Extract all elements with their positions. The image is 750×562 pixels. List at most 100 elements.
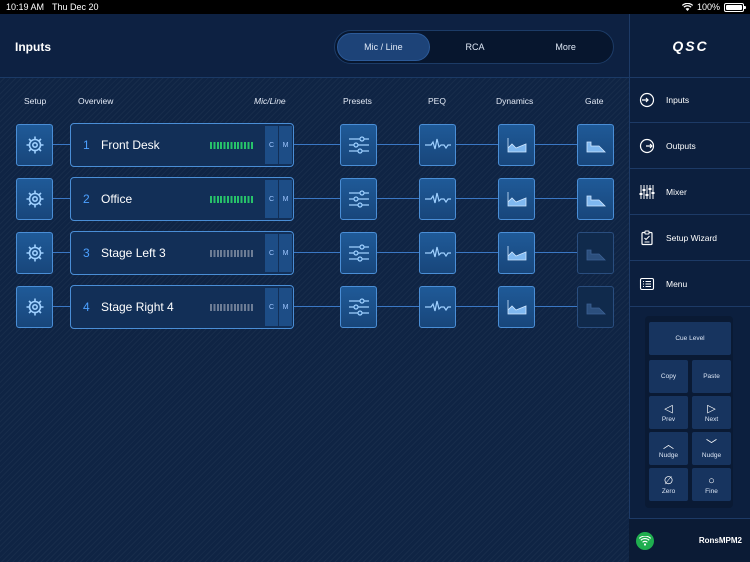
- sidebar-item-label: Setup Wizard: [666, 233, 718, 243]
- presets-sliders-icon: [348, 298, 369, 316]
- nudge-up-button[interactable]: ︿ Nudge: [649, 432, 688, 465]
- gate-button[interactable]: [577, 232, 614, 274]
- setup-button[interactable]: [16, 232, 53, 274]
- mute-button[interactable]: M: [279, 234, 292, 272]
- fine-button[interactable]: ○ Fine: [692, 468, 731, 501]
- menu-icon: [639, 276, 655, 292]
- qsc-logo: QSC: [630, 14, 750, 78]
- gate-button[interactable]: [577, 286, 614, 328]
- dynamics-icon: [507, 300, 526, 315]
- gear-icon: [26, 298, 43, 316]
- channel-number: 2: [83, 192, 90, 206]
- paste-button[interactable]: Paste: [692, 360, 731, 393]
- peq-curve-icon: [424, 192, 451, 204]
- setup-button[interactable]: [16, 178, 53, 220]
- channel-overview[interactable]: 3 Stage Left 3 C M: [70, 231, 294, 275]
- gate-button[interactable]: [577, 178, 614, 220]
- peq-button[interactable]: [419, 178, 456, 220]
- peq-curve-icon: [424, 300, 451, 312]
- input-type-tabs: Mic / Line RCA More: [334, 30, 614, 64]
- column-header-presets: Presets: [343, 96, 372, 106]
- circle-icon: ○: [708, 474, 715, 487]
- presets-button[interactable]: [340, 286, 377, 328]
- device-name: RonsMPM2: [698, 536, 742, 545]
- status-right: 100%: [681, 2, 746, 12]
- dynamics-icon: [507, 138, 526, 153]
- mute-button[interactable]: M: [279, 288, 292, 326]
- level-meter: [210, 250, 254, 257]
- tab-more[interactable]: More: [520, 33, 611, 61]
- setup-button[interactable]: [16, 124, 53, 166]
- gate-button[interactable]: [577, 124, 614, 166]
- wifi-icon: [681, 3, 693, 11]
- channel-row-3: 3 Stage Left 3 C M: [0, 231, 629, 275]
- presets-button[interactable]: [340, 232, 377, 274]
- gate-icon: [586, 195, 606, 207]
- channel-row-1: 1 Front Desk C M: [0, 123, 629, 167]
- channel-overview[interactable]: 4 Stage Right 4 C M: [70, 285, 294, 329]
- gear-icon: [26, 136, 43, 154]
- input-icon: [639, 92, 655, 108]
- dynamics-button[interactable]: [498, 178, 535, 220]
- channel-number: 1: [83, 138, 90, 152]
- channel-row-2: 2 Office C M: [0, 177, 629, 221]
- dynamics-icon: [507, 246, 526, 261]
- copy-button[interactable]: Copy: [649, 360, 688, 393]
- cue-button[interactable]: C: [265, 234, 278, 272]
- level-meter: [210, 304, 254, 311]
- tab-rca[interactable]: RCA: [430, 33, 521, 61]
- sidebar-item-menu[interactable]: Menu: [630, 262, 750, 307]
- channel-overview[interactable]: 1 Front Desk C M: [70, 123, 294, 167]
- sidebar-item-mixer[interactable]: Mixer: [630, 170, 750, 215]
- sidebar-item-outputs[interactable]: Outputs: [630, 124, 750, 169]
- chevron-up-icon: ︿: [663, 438, 674, 451]
- zero-button[interactable]: ∅ Zero: [649, 468, 688, 501]
- column-header-gate: Gate: [585, 96, 604, 106]
- battery-percent: 100%: [696, 2, 720, 12]
- cue-button[interactable]: C: [265, 126, 278, 164]
- dynamics-button[interactable]: [498, 232, 535, 274]
- sidebar-item-setup-wizard[interactable]: Setup Wizard: [630, 216, 750, 261]
- peq-button[interactable]: [419, 232, 456, 274]
- nudge-down-button[interactable]: ﹀ Nudge: [692, 432, 731, 465]
- column-header-overview: Overview: [78, 96, 114, 106]
- device-connection[interactable]: RonsMPM2: [629, 518, 750, 562]
- chevron-down-icon: ﹀: [706, 438, 717, 451]
- page-title: Inputs: [15, 40, 51, 54]
- sidebar-item-label: Inputs: [666, 95, 690, 105]
- prev-button[interactable]: ◁ Prev: [649, 396, 688, 429]
- tab-mic-line[interactable]: Mic / Line: [337, 33, 430, 61]
- setup-button[interactable]: [16, 286, 53, 328]
- column-header-mode: Mic/Line: [254, 96, 286, 106]
- column-header-peq: PEQ: [428, 96, 446, 106]
- cue-level-button[interactable]: Cue Level: [649, 322, 731, 355]
- cue-button[interactable]: C: [265, 288, 278, 326]
- channel-name: Stage Left 3: [101, 246, 166, 260]
- peq-button[interactable]: [419, 286, 456, 328]
- mute-button[interactable]: M: [279, 180, 292, 218]
- wifi-connected-icon: [636, 531, 654, 550]
- column-header-setup: Setup: [24, 96, 47, 106]
- cue-button[interactable]: C: [265, 180, 278, 218]
- dynamics-button[interactable]: [498, 124, 535, 166]
- dynamics-button[interactable]: [498, 286, 535, 328]
- presets-button[interactable]: [340, 124, 377, 166]
- peq-curve-icon: [424, 246, 451, 258]
- mixer-icon: [639, 184, 655, 200]
- page-header: Inputs Mic / Line RCA More: [0, 14, 629, 78]
- control-pad: Cue Level Copy Paste ◁ Prev ▷ Next ︿ Nud…: [645, 316, 735, 508]
- presets-button[interactable]: [340, 178, 377, 220]
- output-icon: [639, 138, 655, 154]
- gate-icon: [586, 303, 606, 315]
- sidebar-item-label: Menu: [666, 279, 688, 289]
- peq-button[interactable]: [419, 124, 456, 166]
- mute-button[interactable]: M: [279, 126, 292, 164]
- channel-overview[interactable]: 2 Office C M: [70, 177, 294, 221]
- sidebar-item-inputs[interactable]: Inputs: [630, 78, 750, 123]
- gate-icon: [586, 249, 606, 261]
- channel-number: 3: [83, 246, 90, 260]
- presets-sliders-icon: [348, 190, 369, 208]
- presets-sliders-icon: [348, 244, 369, 262]
- next-button[interactable]: ▷ Next: [692, 396, 731, 429]
- clipboard-icon: [639, 230, 655, 246]
